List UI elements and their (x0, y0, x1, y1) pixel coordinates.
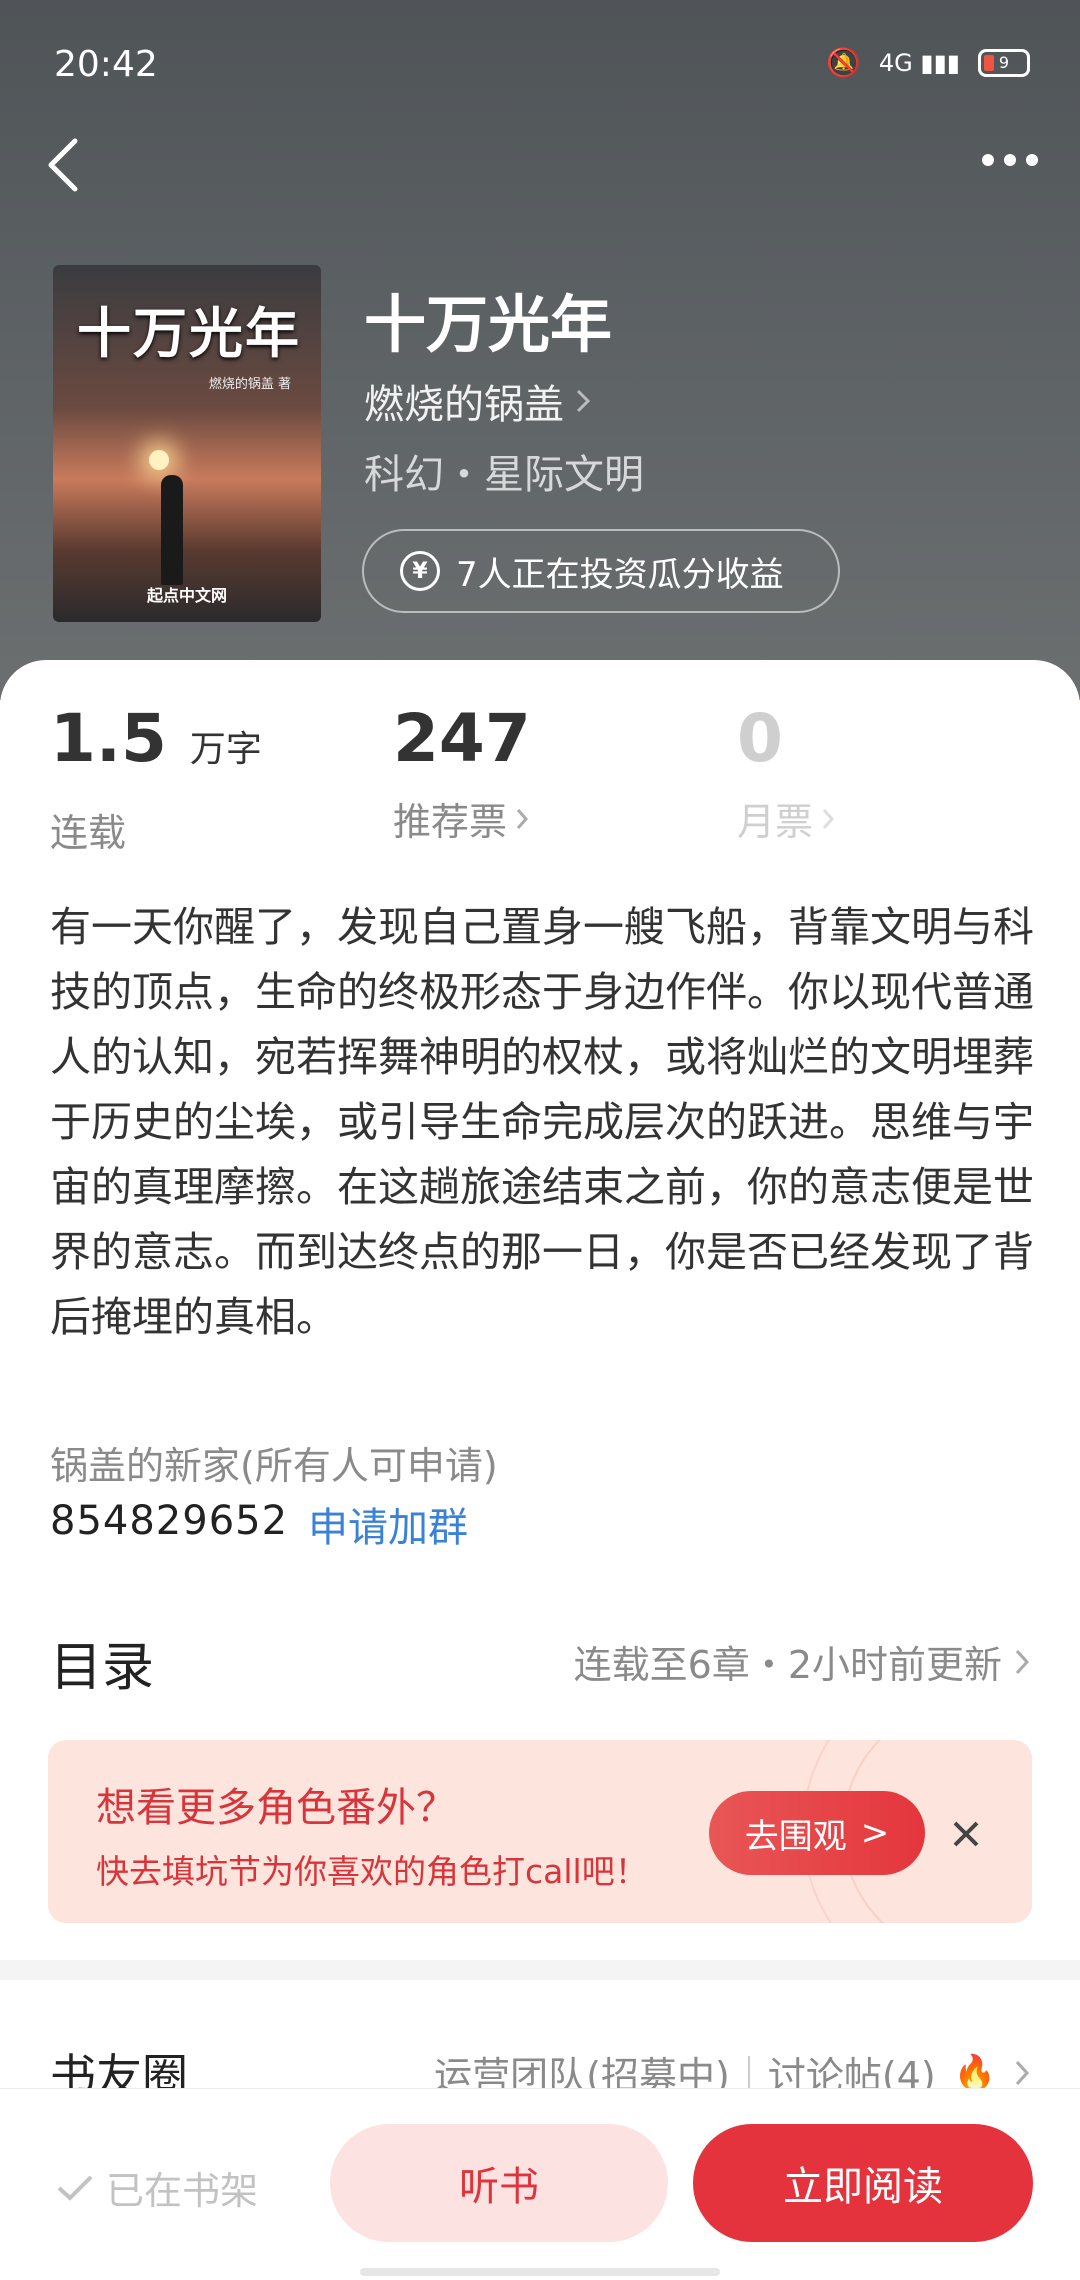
more-dot-icon (982, 154, 994, 166)
fan-group-number: 854829652 (50, 1498, 289, 1544)
chevron-right-icon (1015, 2060, 1030, 2085)
separator (747, 2055, 750, 2090)
status-time: 20:42 (54, 44, 158, 85)
word-count-value: 1.5 (50, 700, 167, 777)
cover-brand: 起点中文网 (146, 586, 227, 605)
more-dot-icon (1026, 154, 1038, 166)
chevron-right-icon (1015, 1649, 1030, 1674)
cover-figure (161, 475, 183, 585)
fire-icon: 🔥 (953, 2052, 996, 2093)
promo-subtitle: 快去填坑节为你喜欢的角色打call吧！ (96, 1852, 648, 1891)
promo-button-label: 去围观 (744, 1816, 847, 1857)
yen-icon: ¥ (400, 551, 440, 591)
recommend-value: 247 (393, 700, 531, 777)
monthly-label: 月票 (737, 800, 814, 844)
author-name: 燃烧的锅盖 (364, 382, 564, 428)
section-divider (0, 1960, 1080, 1980)
invest-label: 7人正在投资瓜分收益 (456, 554, 784, 595)
promo-go-button[interactable]: 去围观 > (709, 1791, 925, 1875)
book-genre[interactable]: 科幻・星际文明 (364, 442, 644, 500)
status-icons: 🔕 4G ▮▮▮ 9 (826, 46, 1030, 79)
cover-torch-light (149, 450, 169, 470)
home-indicator[interactable] (360, 2268, 720, 2276)
book-title: 十万光年 (364, 288, 613, 361)
more-options-button[interactable] (970, 130, 1050, 190)
word-count-unit: 万字 (189, 729, 262, 770)
stat-monthly-tickets[interactable]: 0 月票 (737, 705, 835, 846)
stat-recommend-tickets[interactable]: 247 推荐票 (393, 705, 531, 846)
on-shelf-status: 已在书架 (56, 2160, 258, 2215)
status-bar: 20:42 🔕 4G ▮▮▮ 9 (0, 0, 1080, 130)
toc-link[interactable]: 连载至6章・2小时前更新 (574, 1634, 1030, 1689)
chevron-right-icon (516, 808, 529, 829)
back-button[interactable] (28, 130, 98, 200)
chevron-right-icon (822, 808, 835, 829)
promo-close-button[interactable] (946, 1814, 986, 1854)
toc-title: 目录 (50, 1638, 155, 1698)
chevron-left-icon (48, 138, 78, 192)
book-cover[interactable]: 十万光年 燃烧的锅盖 著 起点中文网 (53, 265, 321, 622)
promo-title: 想看更多角色番外？ (96, 1785, 456, 1831)
chevron-right-icon: > (860, 1813, 890, 1853)
close-icon (953, 1821, 979, 1847)
cover-title: 十万光年 (77, 302, 301, 365)
mute-icon: 🔕 (826, 46, 861, 79)
network-type: 4G (878, 48, 913, 77)
signal-icon: 4G ▮▮▮ (878, 48, 960, 77)
invest-button[interactable]: ¥ 7人正在投资瓜分收益 (362, 529, 840, 613)
promo-banner[interactable]: 想看更多角色番外？ 快去填坑节为你喜欢的角色打call吧！ 去围观 > (48, 1740, 1032, 1923)
battery-level: 9 (998, 53, 1010, 72)
fan-group-name: 锅盖的新家(所有人可申请) (50, 1444, 498, 1488)
read-now-button[interactable]: 立即阅读 (693, 2124, 1033, 2242)
recommend-label: 推荐票 (393, 800, 508, 844)
stat-word-count: 1.5 万字 连载 (50, 705, 262, 857)
word-count-label: 连载 (50, 811, 127, 855)
monthly-value: 0 (737, 700, 783, 777)
book-author-link[interactable]: 燃烧的锅盖 (364, 372, 592, 430)
join-group-link[interactable]: 申请加群 (308, 1495, 468, 1553)
toc-update-info: 连载至6章・2小时前更新 (573, 1643, 1002, 1687)
check-icon (57, 2175, 93, 2201)
battery-icon: 9 (978, 48, 1030, 77)
more-dot-icon (1004, 154, 1016, 166)
listen-button[interactable]: 听书 (330, 2124, 668, 2242)
cover-author: 燃烧的锅盖 著 (208, 377, 291, 392)
chevron-right-icon (576, 389, 591, 413)
shelf-label: 已在书架 (106, 2169, 259, 2213)
book-synopsis: 有一天你醒了，发现自己置身一艘飞船，背靠文明与科技的顶点，生命的终极形态于身边作… (50, 903, 1034, 1341)
